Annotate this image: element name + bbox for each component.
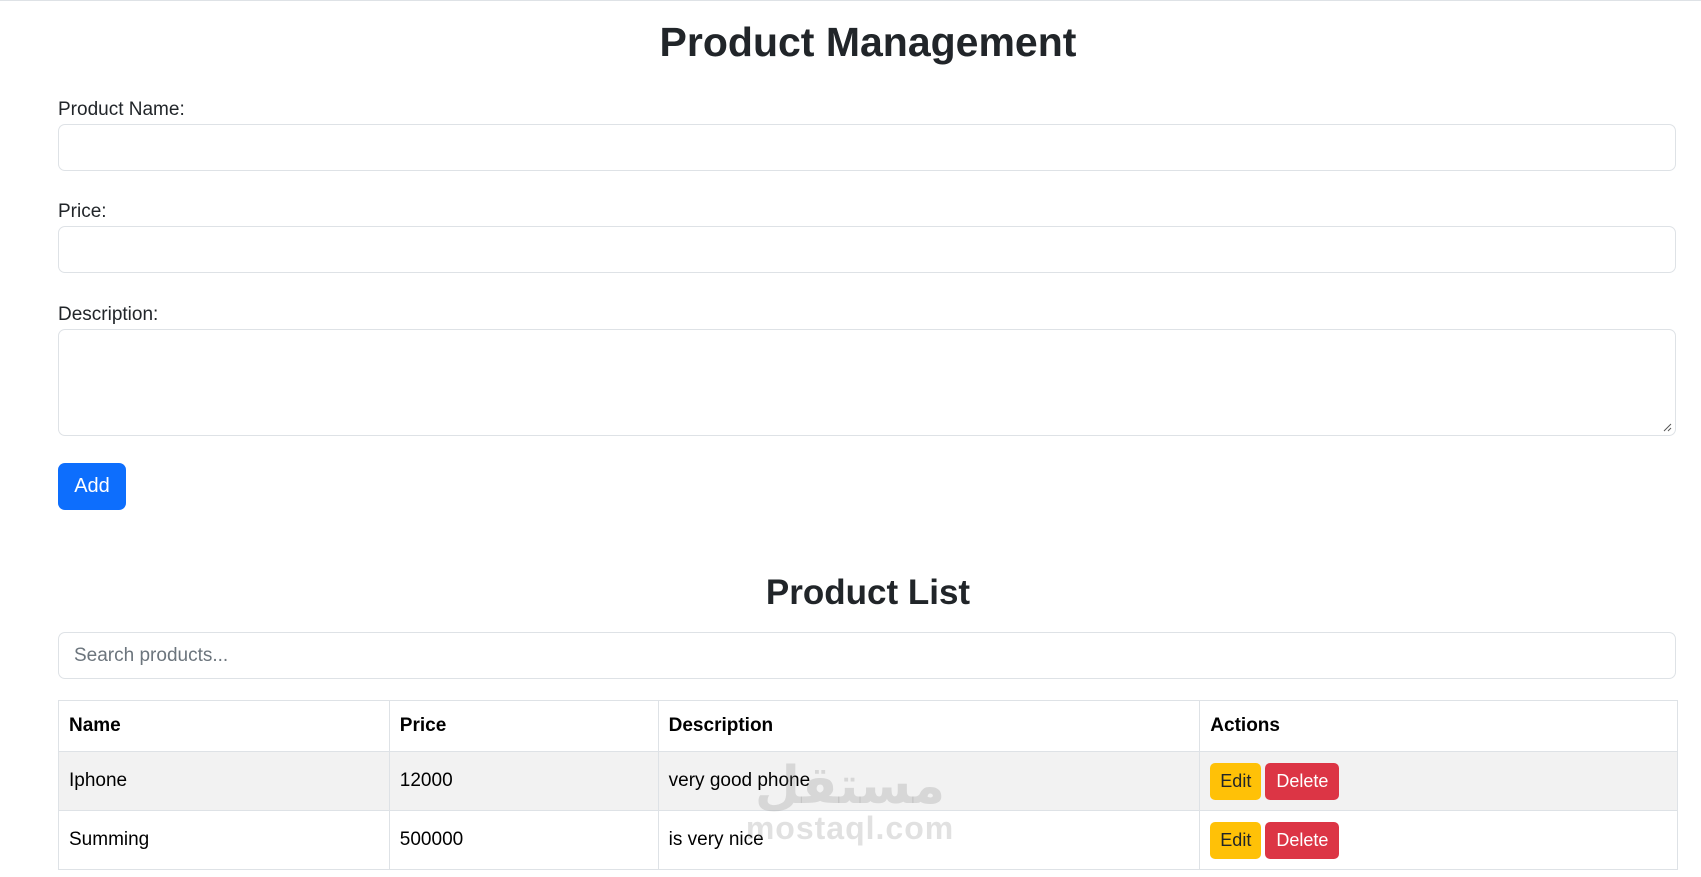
table-header-row: Name Price Description Actions — [58, 700, 1678, 752]
cell-price: 12000 — [388, 751, 659, 811]
edit-button[interactable]: Edit — [1210, 821, 1262, 859]
cell-description: is very nice — [657, 810, 1201, 870]
price-input[interactable] — [58, 226, 1676, 273]
column-header-description: Description — [657, 700, 1201, 752]
description-label: Description: — [58, 304, 159, 325]
edit-button[interactable]: Edit — [1210, 762, 1262, 800]
column-header-price: Price — [388, 700, 659, 752]
cell-actions: Edit Delete — [1199, 810, 1678, 870]
product-name-input[interactable] — [58, 124, 1676, 171]
delete-button[interactable]: Delete — [1265, 762, 1340, 800]
product-list-title: Product List — [765, 573, 971, 612]
delete-button[interactable]: Delete — [1265, 821, 1340, 859]
cell-price: 500000 — [388, 810, 659, 870]
column-header-actions: Actions — [1199, 700, 1678, 752]
cell-name: Summing — [58, 810, 390, 870]
products-table: Name Price Description Actions Iphone 12… — [58, 700, 1678, 870]
product-name-label: Product Name: — [58, 99, 185, 120]
resize-grip-icon[interactable] — [1663, 423, 1672, 432]
add-button[interactable]: Add — [58, 463, 126, 510]
cell-name: Iphone — [58, 751, 390, 811]
page-title: Product Management — [659, 19, 1077, 65]
table-row: Iphone 12000 very good phone Edit Delete — [58, 751, 1678, 811]
column-header-name: Name — [58, 700, 390, 752]
cell-description: very good phone — [657, 751, 1201, 811]
top-border — [0, 0, 1701, 1]
description-textarea[interactable] — [58, 329, 1676, 436]
price-label: Price: — [58, 201, 107, 222]
cell-actions: Edit Delete — [1199, 751, 1678, 811]
table-row: Summing 500000 is very nice Edit Delete — [58, 810, 1678, 870]
search-input[interactable] — [58, 632, 1676, 679]
